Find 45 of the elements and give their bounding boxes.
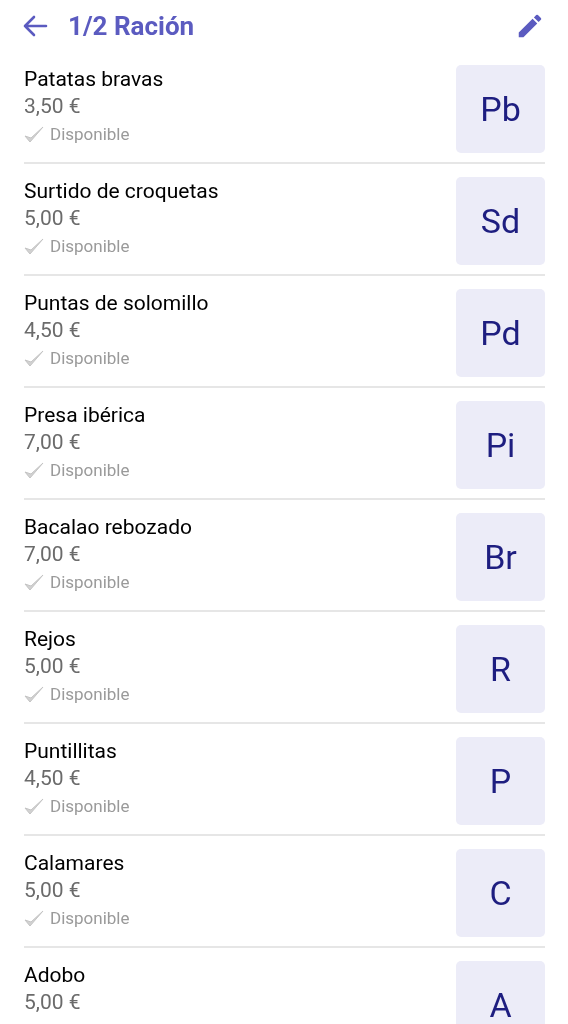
- check-icon: [24, 910, 44, 928]
- item-name: Presa ibérica: [24, 402, 147, 428]
- availability-label: Disponible: [50, 571, 130, 595]
- item-name: Patatas bravas: [24, 66, 165, 92]
- item-thumbnail[interactable]: Br: [456, 513, 545, 601]
- item-price: 4,50 €: [24, 317, 82, 344]
- availability-label: Disponible: [50, 123, 130, 147]
- item-thumbnail[interactable]: R: [456, 625, 545, 713]
- availability-label: Disponible: [50, 347, 130, 371]
- check-icon: [24, 238, 44, 256]
- page-title: 1/2 Ración: [68, 9, 195, 43]
- check-icon: [24, 126, 44, 144]
- item-thumbnail[interactable]: C: [456, 849, 545, 937]
- item-name: Adobo: [24, 962, 87, 988]
- item-thumbnail[interactable]: A: [456, 961, 545, 1024]
- item-price: 5,00 €: [24, 653, 82, 680]
- availability-label: Disponible: [50, 683, 130, 707]
- item-price: 5,00 €: [24, 989, 82, 1016]
- item-price: 7,00 €: [24, 429, 82, 456]
- item-price: 3,50 €: [24, 93, 82, 120]
- item-name: Bacalao rebozado: [24, 514, 193, 540]
- item-name: Puntillitas: [24, 738, 118, 764]
- check-icon: [24, 350, 44, 368]
- item-price: 5,00 €: [24, 877, 82, 904]
- availability-label: Disponible: [50, 459, 130, 483]
- item-price: 7,00 €: [24, 541, 82, 568]
- availability-label: Disponible: [50, 795, 130, 819]
- check-icon: [24, 462, 44, 480]
- check-icon: [24, 574, 44, 592]
- check-icon: [24, 686, 44, 704]
- item-thumbnail[interactable]: Pb: [456, 65, 545, 153]
- item-price: 4,50 €: [24, 765, 82, 792]
- item-thumbnail[interactable]: Pd: [456, 289, 545, 377]
- item-name: Puntas de solomillo: [24, 290, 210, 316]
- back-arrow-icon: [22, 14, 48, 38]
- item-price: 5,00 €: [24, 205, 82, 232]
- item-name: Surtido de croquetas: [24, 178, 220, 204]
- item-thumbnail[interactable]: P: [456, 737, 545, 825]
- item-thumbnail[interactable]: Pi: [456, 401, 545, 489]
- availability-label: Disponible: [50, 235, 130, 259]
- item-thumbnail[interactable]: Sd: [456, 177, 545, 265]
- check-icon: [24, 798, 44, 816]
- availability-label: Disponible: [50, 907, 130, 931]
- item-name: Calamares: [24, 850, 126, 876]
- item-name: Rejos: [24, 626, 77, 652]
